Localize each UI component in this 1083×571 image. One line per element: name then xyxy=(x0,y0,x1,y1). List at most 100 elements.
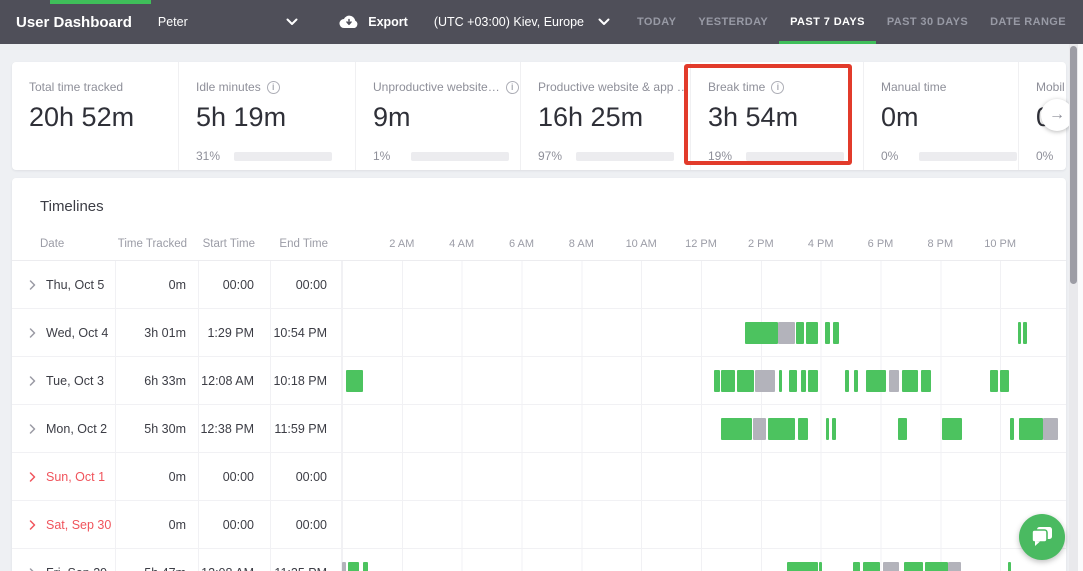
row-date-cell: Tue, Oct 3 xyxy=(12,357,116,404)
row-end-time: 00:00 xyxy=(271,501,342,548)
row-date-cell: Sun, Oct 1 xyxy=(12,453,116,500)
activity-segment-green xyxy=(1000,369,1010,392)
row-date-cell: Mon, Oct 2 xyxy=(12,405,116,452)
export-button[interactable]: Export xyxy=(339,15,408,29)
expand-chevron-icon[interactable] xyxy=(29,327,36,338)
activity-segment-green xyxy=(795,321,805,344)
date-range-tab[interactable]: DATE RANGE xyxy=(979,0,1077,44)
stat-card: Total time tracked i 20h 52m xyxy=(12,62,178,170)
stat-progress-row: 1% xyxy=(373,149,520,163)
expand-chevron-icon[interactable] xyxy=(29,423,36,434)
date-range-tab[interactable]: PAST 30 DAYS xyxy=(876,0,979,44)
timeline-row: Thu, Oct 5 0m 00:00 00:00 xyxy=(12,260,1066,309)
date-range-tab[interactable]: PAST 7 DAYS xyxy=(779,0,876,44)
timelines-title: Timelines xyxy=(40,198,104,215)
stat-card-label-row: Productive website & app … i xyxy=(538,80,690,94)
chat-widget-button[interactable] xyxy=(1019,514,1065,560)
scrollbar-thumb[interactable] xyxy=(1070,46,1077,284)
stat-percent: 19% xyxy=(708,149,733,163)
activity-segment-green xyxy=(736,369,754,392)
activity-segment-green xyxy=(1010,417,1015,440)
timelines-panel: Timelines Date Time Tracked Start Time E… xyxy=(12,178,1066,571)
activity-segment-green xyxy=(1008,561,1011,571)
hour-label: 4 PM xyxy=(807,238,834,250)
row-start-time: 00:00 xyxy=(199,453,271,500)
timeline-track[interactable] xyxy=(342,308,1060,357)
row-time-tracked: 0m xyxy=(116,261,199,308)
vertical-scrollbar[interactable] xyxy=(1069,44,1078,571)
timeline-row: Mon, Oct 2 5h 30m 12:38 PM 11:59 PM xyxy=(12,404,1066,453)
column-header-time-tracked: Time Tracked xyxy=(117,238,187,250)
user-select[interactable]: Peter xyxy=(158,15,298,29)
row-time-tracked: 3h 01m xyxy=(116,309,199,356)
expand-chevron-icon[interactable] xyxy=(29,375,36,386)
stat-card: Manual time i 0m 0% xyxy=(863,62,1018,170)
chevron-down-icon xyxy=(286,18,298,26)
row-time-tracked: 0m xyxy=(116,453,199,500)
progress-bar xyxy=(411,151,509,161)
page-title: User Dashboard xyxy=(16,13,132,31)
row-date: Thu, Oct 5 xyxy=(46,277,105,292)
activity-segment-gray xyxy=(754,369,775,392)
activity-segment-green xyxy=(797,417,808,440)
hour-label: 10 AM xyxy=(625,238,657,250)
stat-percent: 0% xyxy=(881,149,899,163)
row-date-cell: Sat, Sep 30 xyxy=(12,501,116,548)
activity-segment-green xyxy=(721,417,752,440)
export-label: Export xyxy=(368,15,408,29)
activity-segment-green xyxy=(921,369,932,392)
timeline-track[interactable] xyxy=(342,452,1060,501)
info-icon[interactable]: i xyxy=(505,80,519,94)
stat-card-label-row: Total time tracked i xyxy=(29,80,178,94)
activity-segment-green xyxy=(786,561,818,571)
progress-bar xyxy=(234,151,332,161)
timeline-track[interactable] xyxy=(342,260,1060,309)
stat-percent: 31% xyxy=(196,149,221,163)
row-end-time: 00:00 xyxy=(271,453,342,500)
timeline-track[interactable] xyxy=(342,548,1060,571)
timezone-select[interactable]: (UTC +03:00) Kiev, Europe xyxy=(434,15,610,29)
stat-card-label: Break time xyxy=(708,80,766,94)
activity-segment-green xyxy=(853,369,859,392)
stat-progress-row: 0% xyxy=(1036,149,1066,163)
row-end-time: 10:18 PM xyxy=(271,357,342,404)
activity-segment-green xyxy=(1018,321,1022,344)
row-start-time: 12:38 PM xyxy=(199,405,271,452)
expand-chevron-icon[interactable] xyxy=(29,567,36,571)
activity-segment-green xyxy=(1023,321,1028,344)
stat-card-label: Unproductive website… xyxy=(373,80,500,94)
hour-label: 8 PM xyxy=(927,238,954,250)
stats-panel: Total time tracked i 20h 52m Idle minute… xyxy=(12,62,1066,170)
date-range-tab[interactable]: TODAY xyxy=(626,0,687,44)
expand-chevron-icon[interactable] xyxy=(29,519,36,530)
expand-chevron-icon[interactable] xyxy=(29,279,36,290)
activity-segment-gray xyxy=(342,561,346,571)
activity-segment-green xyxy=(832,321,839,344)
info-icon[interactable]: i xyxy=(266,80,280,94)
timeline-row: Sun, Oct 1 0m 00:00 00:00 xyxy=(12,452,1066,501)
timezone-value: (UTC +03:00) Kiev, Europe xyxy=(433,15,585,29)
progress-bar xyxy=(576,151,674,161)
timeline-row: Tue, Oct 3 6h 33m 12:08 AM 10:18 PM xyxy=(12,356,1066,405)
tab-label: TODAY xyxy=(637,16,677,28)
info-icon[interactable]: i xyxy=(771,80,785,94)
progress-bar xyxy=(746,151,844,161)
expand-chevron-icon[interactable] xyxy=(29,471,36,482)
stat-card: Productive website & app … i 16h 25m 97% xyxy=(520,62,690,170)
progress-bar xyxy=(919,151,1017,161)
timeline-track[interactable] xyxy=(342,356,1060,405)
row-time-tracked: 5h 47m xyxy=(116,549,199,571)
timeline-track[interactable] xyxy=(342,404,1060,453)
timeline-row: Sat, Sep 30 0m 00:00 00:00 xyxy=(12,500,1066,549)
activity-segment-green xyxy=(990,369,999,392)
timeline-track[interactable] xyxy=(342,500,1060,549)
hour-label: 2 PM xyxy=(747,238,774,250)
date-range-tabs: TODAY YESTERDAY PAST 7 DAYS PAST 30 DAYS DAT… xyxy=(626,0,1077,44)
row-date: Tue, Oct 3 xyxy=(46,373,104,388)
activity-segment-green xyxy=(805,321,818,344)
activity-segment-green xyxy=(925,561,949,571)
date-range-tab[interactable]: YESTERDAY xyxy=(687,0,779,44)
activity-segment-green xyxy=(831,417,836,440)
activity-segment-green xyxy=(903,561,924,571)
row-date-cell: Thu, Oct 5 xyxy=(12,261,116,308)
